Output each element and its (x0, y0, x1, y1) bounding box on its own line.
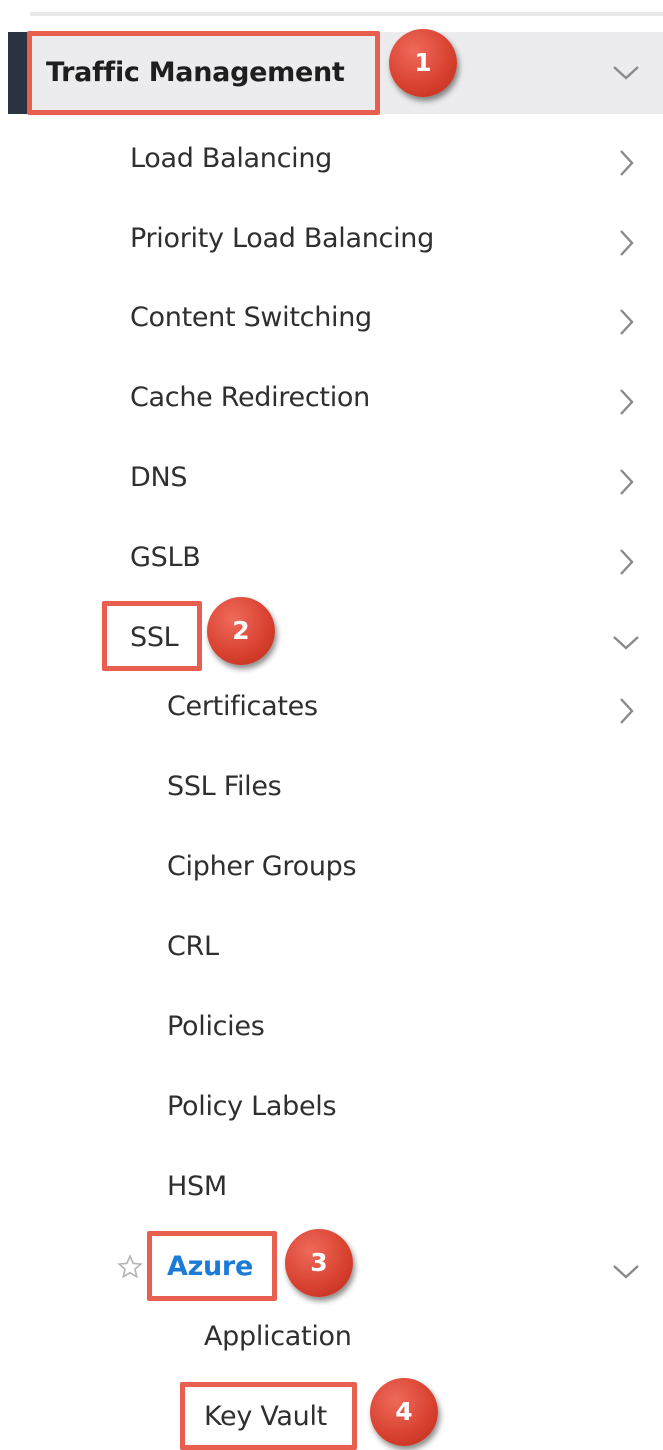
nav-cache-redirection[interactable]: Cache Redirection (130, 372, 370, 424)
chevron-right-icon[interactable] (611, 387, 641, 417)
nav-traffic-management[interactable]: Traffic Management (46, 47, 345, 99)
chevron-down-icon[interactable] (611, 1256, 641, 1286)
nav-cipher-groups[interactable]: Cipher Groups (167, 841, 357, 893)
callout-badge-3: 3 (285, 1229, 353, 1297)
nav-load-balancing[interactable]: Load Balancing (130, 133, 332, 185)
nav-policy-labels[interactable]: Policy Labels (167, 1081, 337, 1133)
nav-priority-load-balancing[interactable]: Priority Load Balancing (130, 213, 434, 265)
chevron-right-icon[interactable] (611, 547, 641, 577)
callout-badge-1: 1 (389, 29, 457, 97)
nav-hsm[interactable]: HSM (167, 1161, 227, 1213)
chevron-right-icon[interactable] (611, 148, 641, 178)
top-divider (30, 12, 663, 16)
nav-ssl[interactable]: SSL (130, 612, 179, 664)
chevron-right-icon[interactable] (611, 467, 641, 497)
nav-ssl-files[interactable]: SSL Files (167, 761, 282, 813)
callout-badge-4: 4 (370, 1378, 438, 1446)
nav-content-switching[interactable]: Content Switching (130, 292, 372, 344)
chevron-down-icon[interactable] (611, 57, 641, 87)
star-outline-icon[interactable] (117, 1254, 143, 1280)
nav-crl[interactable]: CRL (167, 921, 219, 973)
nav-dns[interactable]: DNS (130, 452, 188, 504)
nav-azure[interactable]: Azure (167, 1241, 253, 1293)
chevron-down-icon[interactable] (611, 627, 641, 657)
active-indicator (8, 32, 28, 114)
callout-badge-2: 2 (207, 597, 275, 665)
nav-azure-key-vault[interactable]: Key Vault (204, 1391, 327, 1443)
nav-gslb[interactable]: GSLB (130, 532, 201, 584)
chevron-right-icon[interactable] (611, 696, 641, 726)
nav-policies[interactable]: Policies (167, 1001, 265, 1053)
chevron-right-icon[interactable] (611, 307, 641, 337)
nav-ssl-certificates[interactable]: Certificates (167, 681, 318, 733)
nav-azure-application[interactable]: Application (204, 1311, 352, 1363)
chevron-right-icon[interactable] (611, 228, 641, 258)
